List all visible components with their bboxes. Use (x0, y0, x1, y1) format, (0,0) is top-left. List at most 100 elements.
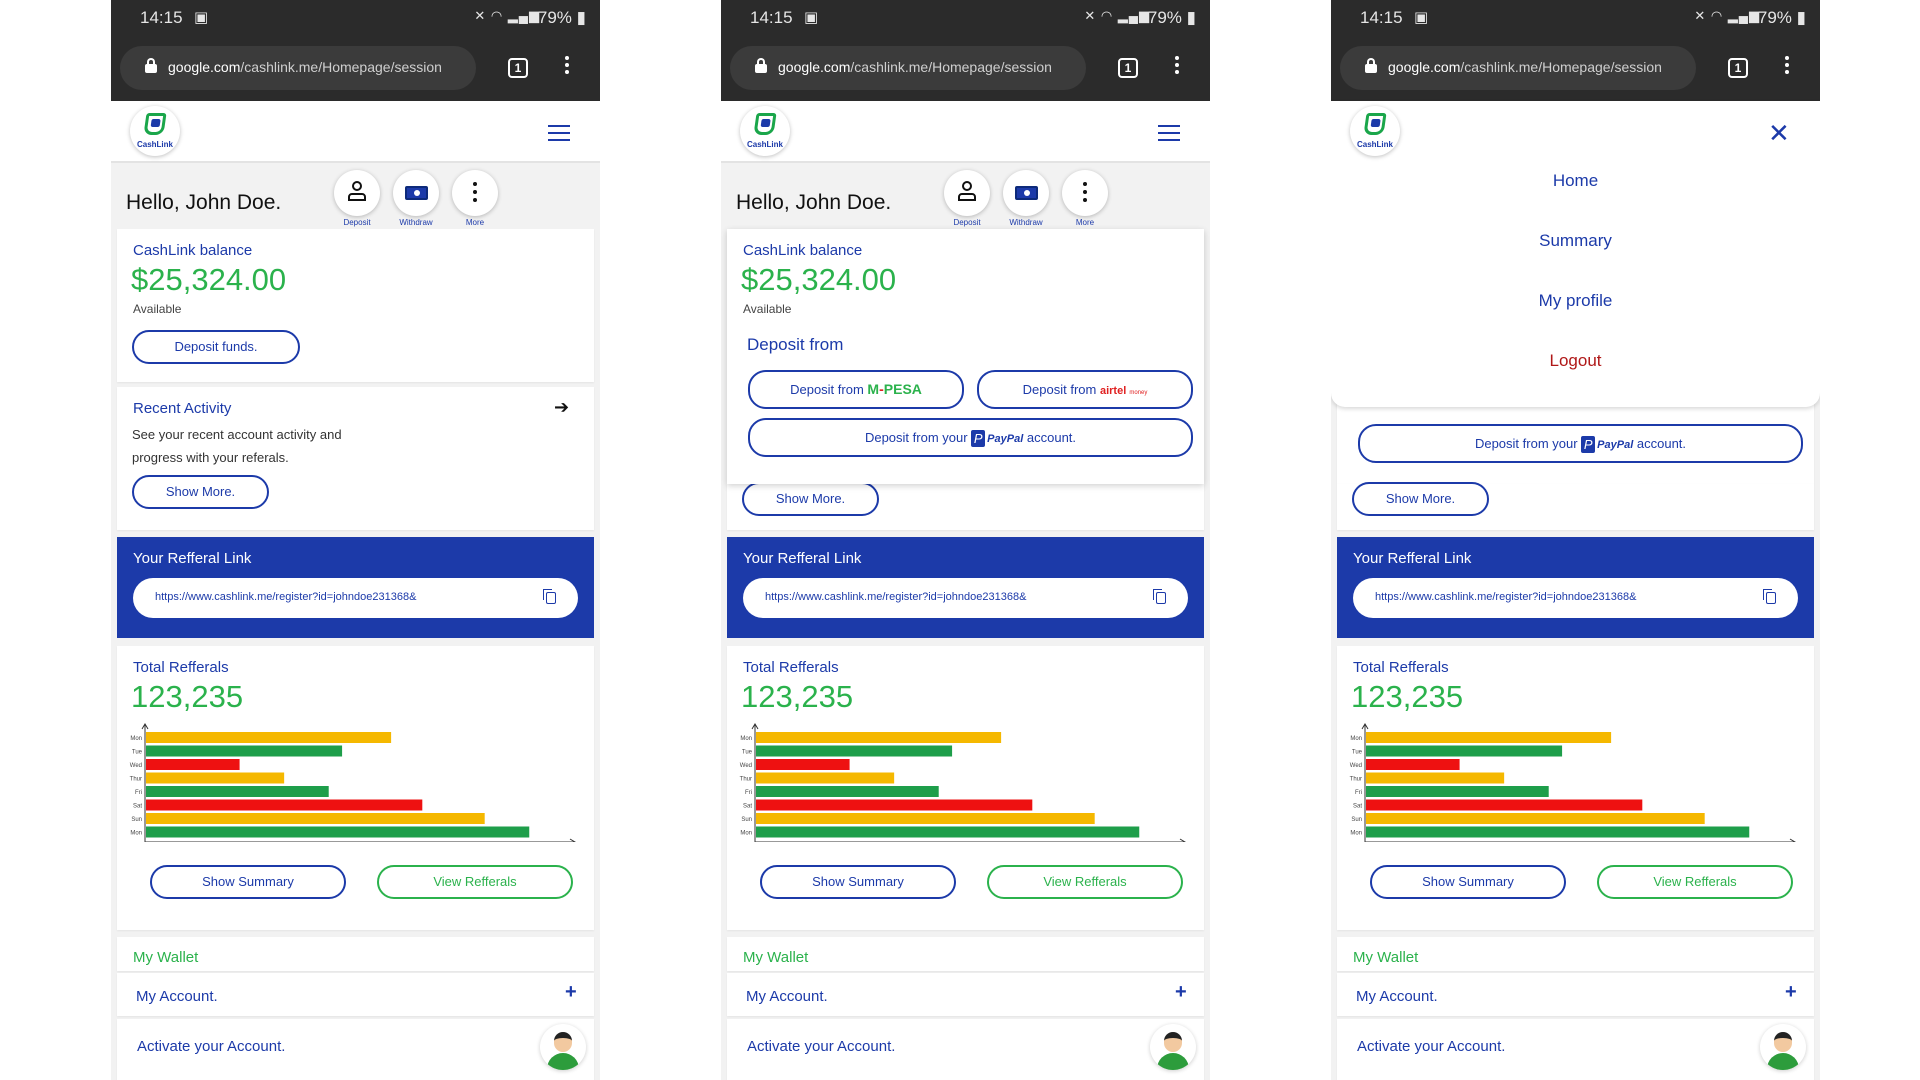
chart-bar (1366, 786, 1549, 797)
chart-tick-label: Wed (1350, 763, 1362, 769)
plus-icon[interactable]: + (1785, 981, 1797, 1004)
plus-icon[interactable]: + (1175, 981, 1187, 1004)
referral-link-title: Your Refferal Link (1353, 550, 1472, 567)
my-account-row[interactable]: My Account. + (1337, 973, 1814, 1016)
nav-menu-overlay: CashLink ✕ Home Summary My profile Logou… (1331, 101, 1820, 407)
chart-tick-label: Mon (130, 831, 142, 837)
cashlink-logo[interactable]: CashLink (130, 106, 180, 156)
address-bar[interactable]: google.com/cashlink.me/Homepage/session (120, 46, 476, 90)
plus-icon[interactable]: + (565, 981, 577, 1004)
deposit-funds-button[interactable]: Deposit funds. (132, 330, 300, 364)
copy-icon[interactable] (543, 589, 556, 604)
greeting-row: Hello, John Doe. Deposit Withdraw More (721, 163, 1210, 229)
more-action-button[interactable]: More (449, 170, 501, 227)
withdraw-action-button[interactable]: Withdraw (390, 170, 442, 227)
show-more-button[interactable]: Show More. (742, 482, 879, 516)
nav-item-home[interactable]: Home (1331, 171, 1820, 191)
activate-account-row[interactable]: Activate your Account. (117, 1019, 594, 1080)
withdraw-icon (1015, 186, 1038, 200)
chart-tick-label: Mon (740, 831, 752, 837)
chart-tick-label: Fri (745, 790, 752, 796)
browser-menu-icon[interactable] (562, 53, 572, 77)
avatar (1760, 1024, 1806, 1070)
recent-activity-card[interactable]: Recent Activity ➔ See your recent accoun… (117, 387, 594, 530)
deposit-action-button[interactable]: Deposit (331, 170, 383, 227)
hamburger-menu-icon[interactable] (1158, 125, 1180, 141)
my-account-row[interactable]: My Account. + (727, 973, 1204, 1016)
referral-link-field[interactable]: https://www.cashlink.me/register?id=john… (1353, 578, 1798, 618)
my-account-row[interactable]: My Account. + (117, 973, 594, 1016)
show-summary-button[interactable]: Show Summary (1370, 865, 1566, 899)
chart-bar (756, 772, 895, 784)
airtel-logo: airtel money (1099, 385, 1148, 397)
mpesa-logo: M-PESA (867, 381, 922, 397)
signal-wifi-icons: ✕ ◠ ▂▄▆ (1694, 8, 1760, 23)
deposit-action-button[interactable]: Deposit (941, 170, 993, 227)
deposit-from-paypal-button[interactable]: Deposit from your P PayPal account. (748, 418, 1193, 457)
deposit-from-mpesa-button[interactable]: Deposit from M-PESA (748, 370, 964, 409)
tab-switcher-icon[interactable]: 1 (508, 58, 528, 78)
signal-wifi-icons: ✕ ◠ ▂▄▆ (1084, 8, 1150, 23)
show-more-button[interactable]: Show More. (1352, 482, 1489, 516)
show-summary-button[interactable]: Show Summary (760, 865, 956, 899)
deposit-from-paypal-button[interactable]: Deposit from your P PayPal account. (1358, 424, 1803, 463)
avatar (540, 1024, 586, 1070)
arrow-right-icon[interactable]: ➔ (554, 397, 569, 418)
balance-card: CashLink balance $25,324.00 Available De… (117, 229, 594, 382)
greeting-text: Hello, John Doe. (126, 191, 282, 214)
referral-link-card: Your Refferal Link https://www.cashlink.… (1337, 537, 1814, 638)
view-referrals-button[interactable]: View Refferals (377, 865, 573, 899)
url-text: google.com/cashlink.me/Homepage/session (778, 59, 1052, 75)
close-icon[interactable]: ✕ (1768, 118, 1790, 149)
cashlink-logo[interactable]: CashLink (740, 106, 790, 156)
show-summary-button[interactable]: Show Summary (150, 865, 346, 899)
tab-switcher-icon[interactable]: 1 (1728, 58, 1748, 78)
referral-link-field[interactable]: https://www.cashlink.me/register?id=john… (133, 578, 578, 618)
chart-tick-label: Fri (135, 790, 142, 796)
chart-bar (1366, 826, 1750, 838)
withdraw-action-button[interactable]: Withdraw (1000, 170, 1052, 227)
tab-switcher-icon[interactable]: 1 (1118, 58, 1138, 78)
browser-toolbar: google.com/cashlink.me/Homepage/session … (111, 36, 600, 101)
wallet-title: My Wallet (743, 949, 809, 966)
activate-account-row[interactable]: Activate your Account. (727, 1019, 1204, 1080)
chart-bar (1366, 813, 1705, 824)
status-time: 14:15 (1360, 8, 1403, 27)
referrals-bar-chart: Mon Tue Wed Thur Fri Sat Sun Mon (1350, 723, 1796, 842)
address-bar[interactable]: google.com/cashlink.me/Homepage/session (1340, 46, 1696, 90)
chart-tick-label: Thur (130, 777, 142, 783)
more-action-button[interactable]: More (1059, 170, 1111, 227)
referral-url: https://www.cashlink.me/register?id=john… (765, 591, 1027, 603)
copy-icon[interactable] (1153, 589, 1166, 604)
address-bar[interactable]: google.com/cashlink.me/Homepage/session (730, 46, 1086, 90)
status-bar: 14:15 ▣ ✕ ◠ ▂▄▆ 79% ▮ (111, 0, 600, 36)
chart-tick-label: Sun (131, 817, 142, 823)
browser-menu-icon[interactable] (1782, 53, 1792, 77)
wallet-title: My Wallet (133, 949, 199, 966)
recent-activity-card-partial: Show More. (727, 482, 1204, 530)
show-more-button[interactable]: Show More. (132, 475, 269, 509)
total-referrals-label: Total Refferals (133, 659, 229, 676)
deposit-from-airtel-button[interactable]: Deposit from airtel money (977, 370, 1193, 409)
browser-menu-icon[interactable] (1172, 53, 1182, 77)
chart-tick-label: Thur (1350, 777, 1362, 783)
hamburger-menu-icon[interactable] (548, 125, 570, 141)
chart-bar (1366, 772, 1505, 784)
view-referrals-button[interactable]: View Refferals (1597, 865, 1793, 899)
view-referrals-button[interactable]: View Refferals (987, 865, 1183, 899)
chart-bar (756, 786, 939, 797)
chart-bar (146, 786, 329, 797)
chart-tick-label: Wed (130, 763, 142, 769)
phone-screen-nav-open: 14:15 ▣ ✕ ◠ ▂▄▆ 79% ▮ google.com/cashlin… (1331, 0, 1820, 1080)
copy-icon[interactable] (1763, 589, 1776, 604)
nav-item-logout[interactable]: Logout (1331, 351, 1820, 371)
activate-account-row[interactable]: Activate your Account. (1337, 1019, 1814, 1080)
nav-item-summary[interactable]: Summary (1331, 231, 1820, 251)
referral-link-field[interactable]: https://www.cashlink.me/register?id=john… (743, 578, 1188, 618)
chart-tick-label: Sat (133, 804, 142, 810)
nav-item-profile[interactable]: My profile (1331, 291, 1820, 311)
chart-tick-label: Fri (1355, 790, 1362, 796)
chart-bar (146, 759, 240, 770)
chart-tick-label: Mon (1350, 736, 1362, 742)
cashlink-logo[interactable]: CashLink (1350, 106, 1400, 156)
